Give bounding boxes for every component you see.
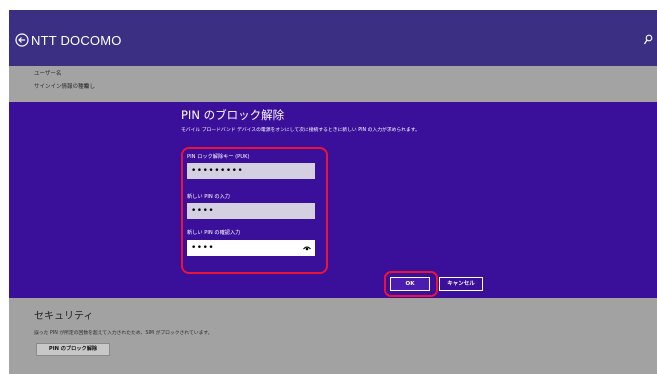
- reveal-password-icon[interactable]: [303, 244, 311, 252]
- confirm-pin-label: 新しい PIN の確認入力: [187, 230, 241, 236]
- new-pin-input[interactable]: ••••: [187, 203, 315, 219]
- confirm-pin-input[interactable]: ••••: [187, 240, 315, 256]
- puk-label: PIN ロック解除キー (PUK): [187, 154, 250, 160]
- pin-unblock-button[interactable]: PIN のブロック解除: [36, 343, 110, 356]
- security-title: セキュリティ: [34, 311, 94, 322]
- dialog-description: モバイル ブロードバンド デバイスの電源をオンにして次に接続するときに新しい P…: [181, 128, 420, 133]
- info-label: サインイン情報の種類: [34, 84, 90, 90]
- puk-input[interactable]: •••••••••: [187, 163, 315, 179]
- cancel-button[interactable]: キャンセル: [439, 277, 483, 291]
- security-description: 誤った PIN が所定の回数を超えて入力されたため、SIM がブロックされていま…: [34, 331, 213, 336]
- dialog-title: PIN のブロック解除: [181, 108, 285, 122]
- info-row-username: ユーザー名: [34, 70, 61, 78]
- new-pin-value: ••••: [191, 206, 215, 216]
- back-arrow-icon[interactable]: [15, 33, 29, 47]
- info-row-signin-type: サインイン情報の種類 なし: [34, 83, 95, 91]
- app-title: NTT DOCOMO: [31, 33, 122, 48]
- settings-page: NTT DOCOMO ユーザー名 サインイン情報の種類 なし PIN のブロック…: [9, 10, 657, 374]
- new-pin-label: 新しい PIN の入力: [187, 194, 230, 200]
- security-section: セキュリティ 誤った PIN が所定の回数を超えて入力されたため、SIM がブロ…: [9, 298, 657, 374]
- info-value: なし: [84, 84, 96, 90]
- info-label: ユーザー名: [34, 71, 62, 77]
- app-header: NTT DOCOMO: [9, 10, 657, 66]
- pin-unblock-dialog: PIN のブロック解除 モバイル ブロードバンド デバイスの電源をオンにして次に…: [9, 102, 657, 298]
- puk-value: •••••••••: [191, 166, 244, 176]
- ok-button[interactable]: OK: [390, 277, 430, 291]
- search-icon[interactable]: [643, 34, 653, 46]
- confirm-pin-value: ••••: [191, 243, 215, 253]
- account-info: ユーザー名 サインイン情報の種類 なし: [9, 66, 657, 102]
